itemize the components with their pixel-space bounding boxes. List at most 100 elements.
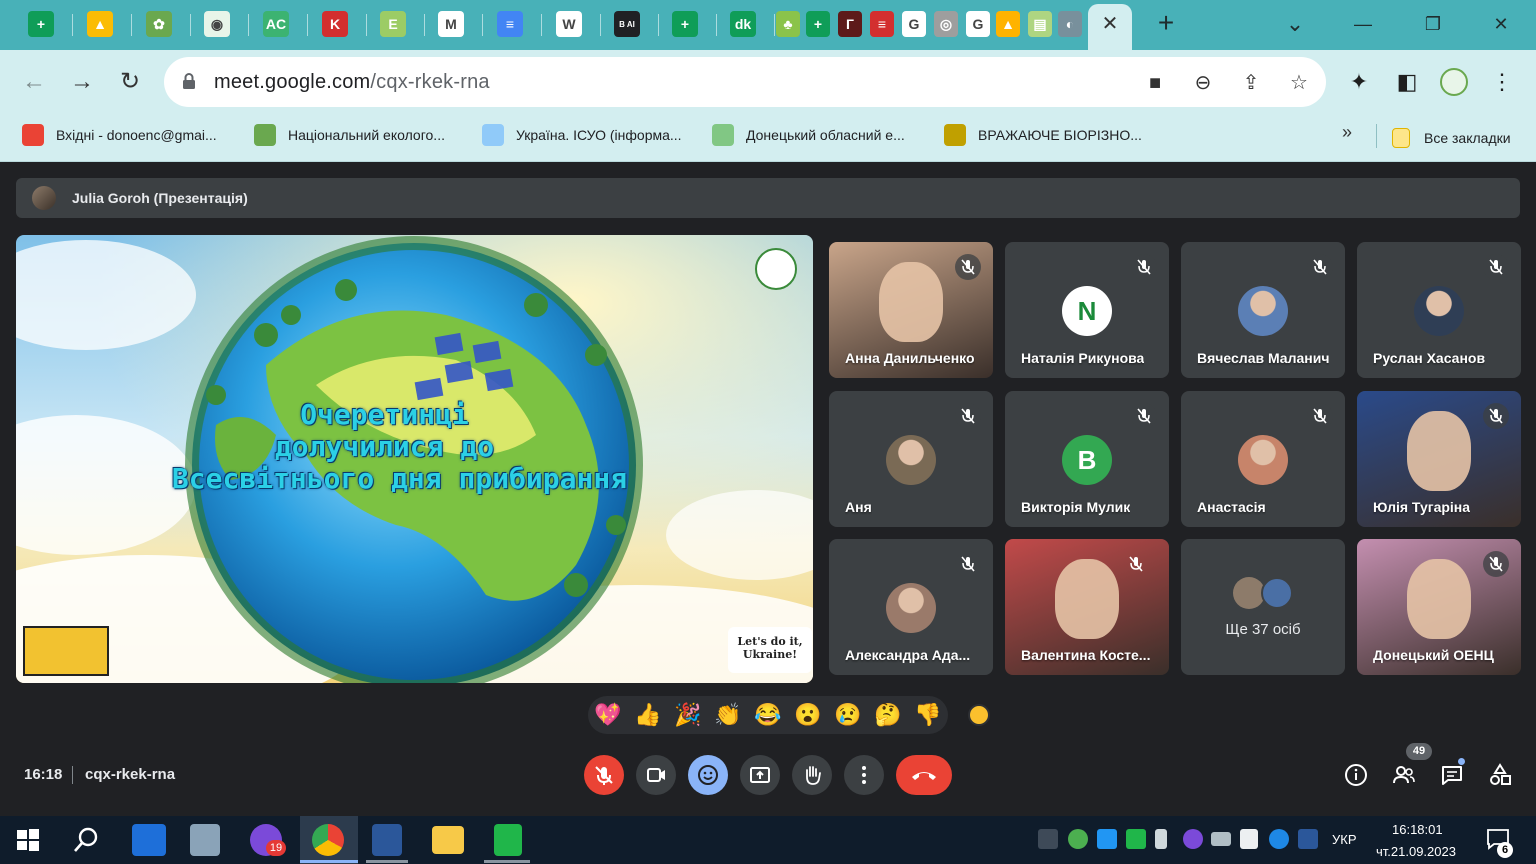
participant-tile[interactable]: Александра Ада... xyxy=(829,539,993,675)
participant-tile[interactable]: B Викторія Мулик xyxy=(1005,391,1169,527)
present-screen-button[interactable] xyxy=(740,755,780,795)
reaction-emoji[interactable]: 👏 xyxy=(714,701,742,729)
leaf-icon[interactable]: ♣ xyxy=(776,11,800,37)
notes-icon[interactable]: ▤ xyxy=(1028,11,1052,37)
participant-tile[interactable]: Валентина Косте... xyxy=(1005,539,1169,675)
new-tab-button[interactable]: + xyxy=(1152,9,1180,38)
reaction-emoji[interactable]: 😮 xyxy=(794,701,822,729)
taskbar-time[interactable]: 16:18:01 xyxy=(1392,822,1443,837)
k-icon[interactable]: K xyxy=(322,11,348,37)
sheets-icon[interactable]: + xyxy=(28,11,54,37)
emblem-icon[interactable]: ◉ xyxy=(204,11,230,37)
taskbar-app-icon[interactable] xyxy=(132,824,166,856)
chat-icon[interactable] xyxy=(1439,762,1465,788)
calculator-icon[interactable] xyxy=(190,824,220,856)
tray-network-icon[interactable] xyxy=(1038,829,1058,849)
profile-avatar[interactable] xyxy=(1440,68,1468,96)
tray-word-icon[interactable] xyxy=(1298,829,1318,849)
sheets-icon-2[interactable]: + xyxy=(672,11,698,37)
tray-viber-icon[interactable] xyxy=(1183,829,1203,849)
ai-icon[interactable]: B AI xyxy=(614,11,640,37)
search-icon[interactable] xyxy=(72,826,100,854)
participant-tile[interactable]: Донецький ОЕНЦ xyxy=(1357,539,1521,675)
wikipedia-icon[interactable]: W xyxy=(556,11,582,37)
tray-volume-icon[interactable] xyxy=(1240,829,1258,849)
minimize-button[interactable]: — xyxy=(1348,10,1378,38)
participant-tile[interactable]: Ще 37 осіб xyxy=(1181,539,1345,675)
share-icon[interactable]: ⇪ xyxy=(1238,70,1264,96)
word-icon[interactable] xyxy=(372,824,402,856)
reaction-emoji[interactable]: 👍 xyxy=(634,701,662,729)
participant-tile[interactable]: Руслан Хасанов xyxy=(1357,242,1521,378)
chrome-icon[interactable] xyxy=(312,824,344,856)
bell-icon[interactable]: ▲ xyxy=(996,11,1020,37)
tab-close-icon[interactable]: ✕ xyxy=(1098,12,1122,36)
emoji-reactions-button[interactable] xyxy=(688,755,728,795)
activities-icon[interactable] xyxy=(1487,762,1513,788)
reaction-emoji[interactable]: 😂 xyxy=(754,701,782,729)
reaction-emoji[interactable]: 👎 xyxy=(914,701,942,729)
reaction-emoji[interactable]: 💖 xyxy=(594,701,622,729)
url-text[interactable]: meet.google.com/cqx-rkek-rna xyxy=(214,71,490,94)
docs-icon[interactable]: ≡ xyxy=(497,11,523,37)
sheets-icon-3[interactable]: + xyxy=(806,11,830,37)
tray-battery-icon[interactable] xyxy=(1211,832,1231,846)
participant-tile[interactable]: Анна Данильченко xyxy=(829,242,993,378)
close-window-button[interactable]: ✕ xyxy=(1486,10,1516,38)
raise-hand-button[interactable] xyxy=(792,755,832,795)
tray-app-icon-3[interactable] xyxy=(1126,829,1146,849)
forward-button[interactable]: → xyxy=(66,66,98,98)
skin-tone-button[interactable] xyxy=(968,704,990,726)
bookmark-item[interactable]: Вхідні - donoenc@gmai... xyxy=(22,122,217,148)
bookmark-item[interactable]: ВРАЖАЮЧЕ БІОРІЗНО... xyxy=(944,122,1142,148)
presentation-stage[interactable]: Очеретинці долучилися до Всесвітнього дн… xyxy=(16,235,813,683)
restore-button[interactable]: ❐ xyxy=(1418,10,1448,38)
taskbar-date[interactable]: чт.21.09.2023 xyxy=(1376,844,1456,859)
bookmark-star-icon[interactable]: ☆ xyxy=(1286,70,1312,96)
participant-tile[interactable]: N Наталія Рикунова xyxy=(1005,242,1169,378)
participant-tile[interactable]: Анастасія xyxy=(1181,391,1345,527)
google-icon-2[interactable]: G xyxy=(966,11,990,37)
meeting-details-icon[interactable] xyxy=(1343,762,1369,788)
tray-app-icon-1[interactable] xyxy=(1068,829,1088,849)
more-options-button[interactable] xyxy=(844,755,884,795)
e-icon[interactable]: E xyxy=(380,11,406,37)
drive-icon[interactable]: ▲ xyxy=(87,11,113,37)
gmail-icon[interactable]: M xyxy=(438,11,464,37)
lock-icon[interactable] xyxy=(182,72,196,90)
all-bookmarks[interactable]: Все закладки xyxy=(1392,125,1511,151)
reaction-emoji[interactable]: 😢 xyxy=(834,701,862,729)
tray-edge-icon[interactable] xyxy=(1269,829,1289,849)
dk-icon[interactable]: dk xyxy=(730,11,756,37)
mic-toggle-button[interactable] xyxy=(584,755,624,795)
zoom-icon[interactable]: ⊖ xyxy=(1190,70,1216,96)
menu-dots-icon[interactable]: ⋮ xyxy=(1488,68,1516,96)
ac-icon[interactable]: AC xyxy=(263,11,289,37)
windows-start-icon[interactable] xyxy=(16,828,40,852)
keyboard-language[interactable]: УКР xyxy=(1332,832,1357,847)
tray-usb-icon[interactable] xyxy=(1155,829,1167,849)
bookmark-item[interactable]: Україна. ІСУО (інформа... xyxy=(482,122,682,148)
camera-indicator-icon[interactable]: ■ xyxy=(1142,70,1168,96)
green-app-icon[interactable] xyxy=(494,824,522,856)
ecology-icon[interactable]: ✿ xyxy=(146,11,172,37)
globe-icon[interactable]: ◐ xyxy=(1058,11,1082,37)
g-dark-icon[interactable]: Г xyxy=(838,11,862,37)
extensions-icon[interactable]: ✦ xyxy=(1345,68,1373,96)
chrome-icon[interactable]: ◎ xyxy=(934,11,958,37)
leave-call-button[interactable] xyxy=(896,755,952,795)
camera-toggle-button[interactable] xyxy=(636,755,676,795)
bookmark-item[interactable]: Національний еколого... xyxy=(254,122,445,148)
bookmarks-more-icon[interactable]: » xyxy=(1342,122,1352,143)
reload-button[interactable]: ↻ xyxy=(114,66,146,98)
side-panel-icon[interactable]: ◧ xyxy=(1393,68,1421,96)
back-button[interactable]: ← xyxy=(18,66,50,98)
reaction-emoji[interactable]: 🤔 xyxy=(874,701,902,729)
reaction-emoji[interactable]: 🎉 xyxy=(674,701,702,729)
tab-search-icon[interactable]: ⌄ xyxy=(1280,10,1310,38)
participant-tile[interactable]: Вячеслав Маланич xyxy=(1181,242,1345,378)
file-explorer-icon[interactable] xyxy=(432,826,464,854)
people-icon[interactable] xyxy=(1391,762,1417,788)
google-icon[interactable]: G xyxy=(902,11,926,37)
flag-icon[interactable]: ≡ xyxy=(870,11,894,37)
